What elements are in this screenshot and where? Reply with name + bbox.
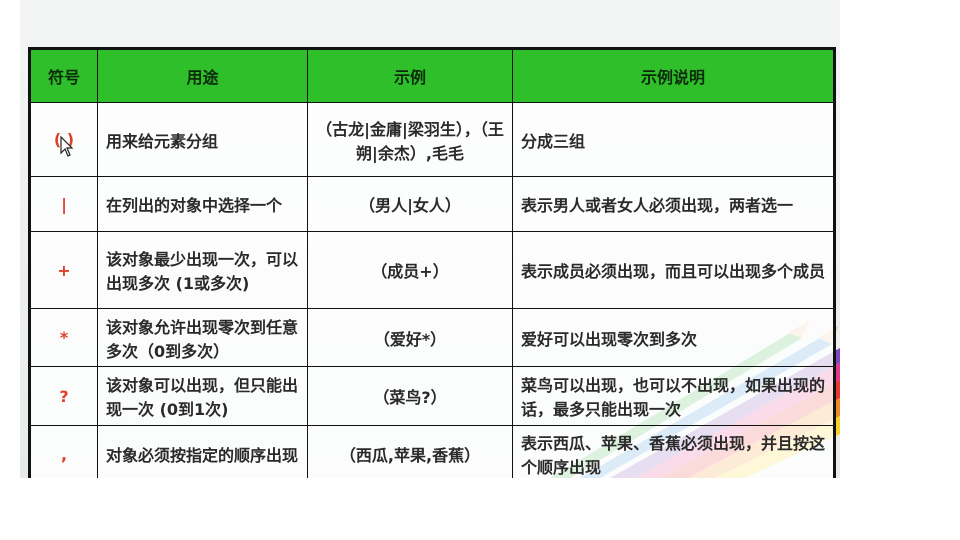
table-row: , 对象必须按指定的顺序出现 （西瓜,苹果,香蕉） 表示西瓜、苹果、香蕉必须出现… (29, 425, 835, 478)
symbol-cell: | (29, 176, 98, 232)
symbol-cell: , (29, 425, 98, 478)
example-cell: （西瓜,苹果,香蕉） (307, 425, 513, 478)
table-row: ? 该对象可以出现，但只能出现一次 (0到1次) （菜鸟?） 菜鸟可以出现，也可… (29, 366, 835, 426)
desc-cell: 表示成员必须出现，而且可以出现多个成员 (512, 231, 835, 309)
example-cell: （爱好*） (307, 308, 513, 367)
table-row: | 在列出的对象中选择一个 （男人|女人） 表示男人或者女人必须出现，两者选一 (29, 176, 835, 232)
desc-cell: 爱好可以出现零次到多次 (512, 308, 835, 367)
use-cell: 该对象可以出现，但只能出现一次 (0到1次) (97, 366, 308, 426)
desc-cell: 表示西瓜、苹果、香蕉必须出现，并且按这个顺序出现 (512, 425, 835, 478)
table-header-row: 符号 用途 示例 示例说明 (29, 48, 835, 103)
header-example: 示例 (307, 48, 513, 103)
slide: 符号 用途 示例 示例说明 ( ) 用来给元素分组 （古龙|金庸|梁羽生），（王… (20, 0, 840, 478)
use-cell: 对象必须按指定的顺序出现 (97, 425, 308, 478)
desc-cell: 分成三组 (512, 102, 835, 177)
use-cell: 该对象允许出现零次到任意多次（0到多次） (97, 308, 308, 367)
header-example-desc: 示例说明 (512, 48, 835, 103)
header-use: 用途 (97, 48, 308, 103)
regex-symbol-table: 符号 用途 示例 示例说明 ( ) 用来给元素分组 （古龙|金庸|梁羽生），（王… (28, 47, 836, 478)
example-cell: （菜鸟?） (307, 366, 513, 426)
table-row: + 该对象最少出现一次，可以出现多次 (1或多次) （成员+） 表示成员必须出现… (29, 231, 835, 309)
table-row: * 该对象允许出现零次到任意多次（0到多次） （爱好*） 爱好可以出现零次到多次 (29, 308, 835, 367)
desc-cell: 菜鸟可以出现，也可以不出现，如果出现的话，最多只能出现一次 (512, 366, 835, 426)
symbol-cell: ? (29, 366, 98, 426)
example-cell: （古龙|金庸|梁羽生），（王朔|余杰）,毛毛 (307, 102, 513, 177)
example-cell: （男人|女人） (307, 176, 513, 232)
desc-cell: 表示男人或者女人必须出现，两者选一 (512, 176, 835, 232)
example-cell: （成员+） (307, 231, 513, 309)
header-symbol: 符号 (29, 48, 98, 103)
mouse-pointer-icon (60, 136, 74, 157)
symbol-cell: + (29, 231, 98, 309)
table-row: ( ) 用来给元素分组 （古龙|金庸|梁羽生），（王朔|余杰）,毛毛 分成三组 (29, 102, 835, 177)
symbol-cell: * (29, 308, 98, 367)
use-cell: 该对象最少出现一次，可以出现多次 (1或多次) (97, 231, 308, 309)
use-cell: 在列出的对象中选择一个 (97, 176, 308, 232)
use-cell: 用来给元素分组 (97, 102, 308, 177)
